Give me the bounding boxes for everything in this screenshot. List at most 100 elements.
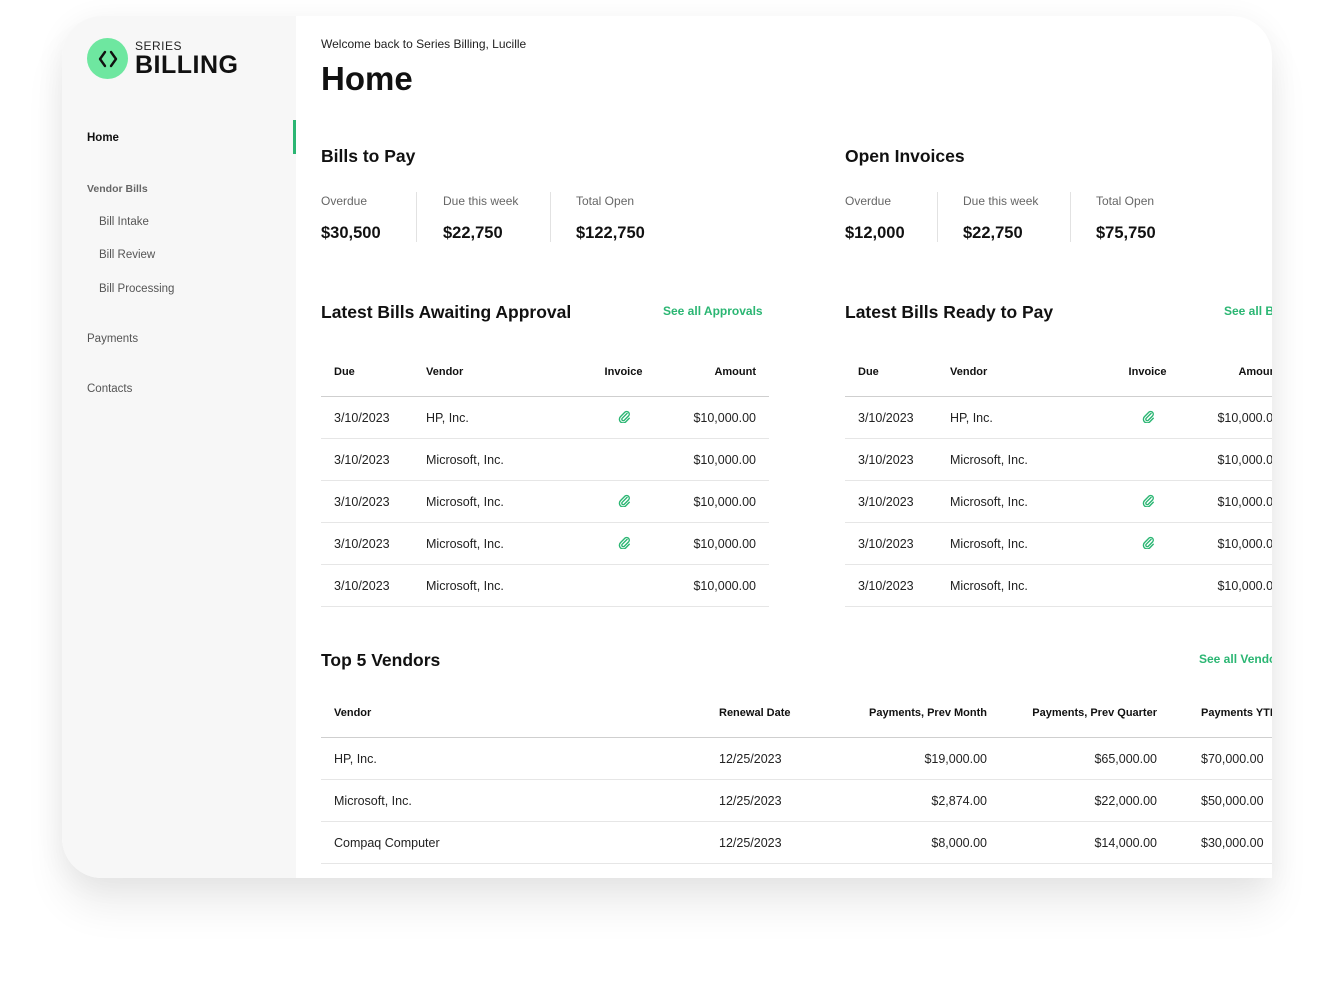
column-header[interactable]: Amount: [671, 348, 769, 397]
paperclip-icon[interactable]: [1141, 493, 1155, 510]
amount-cell: $10,000.00: [671, 438, 769, 481]
ready-to-pay-title: Latest Bills Ready to Pay: [845, 302, 1054, 322]
table-row[interactable]: 3/10/2023Microsoft, Inc. $10,000.00: [845, 522, 1272, 565]
table-row[interactable]: Compaq Computer 12/25/2023 $8,000.00 $14,00…: [321, 821, 1272, 864]
amount-cell: $10,000.00: [1195, 564, 1272, 607]
due-cell: 3/10/2023: [321, 564, 426, 607]
divider: [1070, 192, 1071, 242]
column-header[interactable]: Due: [845, 348, 950, 397]
prev-quarter-cell: $14,000.00: [987, 821, 1157, 864]
stat-value: $22,750: [443, 224, 503, 242]
vendor-cell: Compaq Computer: [321, 821, 719, 864]
table-row[interactable]: 3/10/2023HP, Inc. $10,000.00: [321, 396, 769, 439]
vendor-cell: Microsoft, Inc.: [321, 779, 719, 822]
table-row[interactable]: Microsoft, Inc.12/25/2023$2,375.00$7,000…: [321, 863, 1272, 878]
column-header[interactable]: Invoice: [1100, 348, 1195, 397]
paperclip-icon[interactable]: [617, 535, 631, 552]
table-row[interactable]: 3/10/2023Microsoft, Inc. $10,000.00: [845, 564, 1272, 607]
renewal-date-cell: 12/25/2023: [719, 821, 859, 864]
see-all-approvals-link[interactable]: See all Approvals: [663, 304, 763, 318]
vendor-cell: Microsoft, Inc.: [950, 522, 1100, 565]
vendor-cell: Microsoft, Inc.: [950, 438, 1100, 481]
sidebar-item-home[interactable]: Home: [87, 132, 119, 144]
amount-cell: $10,000.00: [1195, 396, 1272, 439]
paperclip-icon[interactable]: [617, 409, 631, 426]
divider: [937, 192, 938, 242]
invoice-cell: [576, 564, 671, 607]
sidebar-item-contacts[interactable]: Contacts: [87, 383, 132, 395]
stat-total-open: Total Open $75,750: [1096, 194, 1156, 243]
table-row[interactable]: 3/10/2023Microsoft, Inc. $10,000.00: [321, 522, 769, 565]
invoice-cell: [1100, 396, 1195, 439]
table-row[interactable]: Microsoft, Inc. 12/25/2023 $2,874.00 $22,00…: [321, 779, 1272, 822]
prev-quarter-cell: $22,000.00: [987, 779, 1157, 822]
vendor-cell: Microsoft, Inc.: [426, 564, 576, 607]
vendor-cell: Microsoft, Inc.: [950, 564, 1100, 607]
sidebar-item-bill-intake[interactable]: Bill Intake: [99, 216, 149, 228]
paperclip-icon[interactable]: [1141, 535, 1155, 552]
due-cell: 3/10/2023: [321, 522, 426, 565]
stat-total-open: Total Open $122,750: [576, 194, 645, 243]
ready-to-pay-table: Due Vendor Invoice Amount 3/10/2023HP, I…: [845, 348, 1272, 607]
paperclip-icon[interactable]: [1141, 409, 1155, 426]
column-header[interactable]: Amount: [1195, 348, 1272, 397]
prev-quarter-cell: $65,000.00: [987, 737, 1157, 780]
divider: [550, 192, 551, 242]
logo[interactable]: SERIES BILLING: [87, 38, 239, 79]
renewal-date-cell: 12/25/2023: [719, 863, 859, 878]
prev-quarter-cell: $7,000.00: [987, 863, 1157, 878]
table-row[interactable]: 3/10/2023Microsoft, Inc. $10,000.00: [845, 480, 1272, 523]
app-window: SERIES BILLING Home Vendor Bills Bill In…: [62, 16, 1272, 878]
column-header[interactable]: Vendor: [950, 348, 1100, 397]
ytd-cell: $50,000.00: [1157, 779, 1272, 822]
vendor-cell: Microsoft, Inc.: [321, 863, 719, 878]
table-row[interactable]: 3/10/2023Microsoft, Inc. $10,000.00: [321, 564, 769, 607]
invoice-cell: [1100, 480, 1195, 523]
table-row[interactable]: 3/10/2023Microsoft, Inc. $10,000.00: [845, 438, 1272, 481]
prev-month-cell: $19,000.00: [859, 737, 987, 780]
stat-label: Overdue: [321, 194, 368, 208]
open-invoices-title: Open Invoices: [845, 146, 965, 166]
table-row[interactable]: 3/10/2023HP, Inc. $10,000.00: [845, 396, 1272, 439]
approvals-table: Due Vendor Invoice Amount 3/10/2023 HP, I…: [321, 348, 769, 607]
table-row[interactable]: 3/10/2023Microsoft, Inc. $10,000.00: [321, 438, 769, 481]
vendor-cell: Microsoft, Inc.: [426, 480, 576, 523]
sidebar-item-bill-processing[interactable]: Bill Processing: [99, 283, 174, 295]
ytd-cell: $20,000.00: [1157, 863, 1272, 878]
stat-label: Overdue: [845, 194, 892, 208]
column-header[interactable]: Vendor: [426, 348, 576, 397]
sidebar-group-vendor-bills[interactable]: Vendor Bills: [87, 183, 148, 195]
stat-value: $30,500: [321, 224, 381, 242]
amount-cell: $10,000.00: [671, 564, 769, 607]
see-all-bills-link[interactable]: See all Bills: [1224, 304, 1272, 318]
approvals-title: Latest Bills Awaiting Approval: [321, 302, 572, 322]
amount-cell: $10,000.00: [1195, 480, 1272, 523]
paperclip-icon[interactable]: [617, 493, 631, 510]
sidebar-item-bill-review[interactable]: Bill Review: [99, 249, 155, 261]
logo-small-text: SERIES: [135, 38, 183, 53]
due-cell: 3/10/2023: [845, 564, 950, 607]
sidebar: SERIES BILLING Home Vendor Bills Bill In…: [62, 16, 296, 878]
invoice-cell: [576, 522, 671, 565]
column-header[interactable]: Payments, Prev Month: [859, 689, 987, 738]
amount-cell: $10,000.00: [671, 480, 769, 523]
sidebar-item-payments[interactable]: Payments: [87, 333, 138, 345]
top-vendors-table: Vendor Renewal Date Payments, Prev Month…: [321, 689, 1272, 878]
prev-month-cell: $2,874.00: [859, 779, 987, 822]
table-row[interactable]: HP, Inc. 12/25/2023 $19,000.00 $65,000.00 $7…: [321, 737, 1272, 780]
column-header[interactable]: Renewal Date: [719, 689, 859, 738]
renewal-date-cell: 12/25/2023: [719, 737, 859, 780]
vendor-cell: HP, Inc.: [426, 396, 576, 439]
column-header[interactable]: Vendor: [321, 689, 719, 738]
table-row[interactable]: 3/10/2023Microsoft, Inc. $10,000.00: [321, 480, 769, 523]
see-all-vendors-link[interactable]: See all Vendors: [1199, 652, 1272, 666]
column-header[interactable]: Due: [321, 348, 426, 397]
ytd-cell: $70,000.00: [1157, 737, 1272, 780]
logo-big-text: BILLING: [135, 50, 239, 79]
welcome-message: Welcome back to Series Billing, Lucille: [321, 37, 527, 51]
stat-due-this-week: Due this week $22,750: [443, 194, 518, 243]
column-header[interactable]: Payments, Prev Quarter: [987, 689, 1157, 738]
column-header[interactable]: Invoice: [576, 348, 671, 397]
column-header[interactable]: Payments YTD: [1157, 689, 1272, 738]
stat-label: Total Open: [1096, 194, 1155, 208]
